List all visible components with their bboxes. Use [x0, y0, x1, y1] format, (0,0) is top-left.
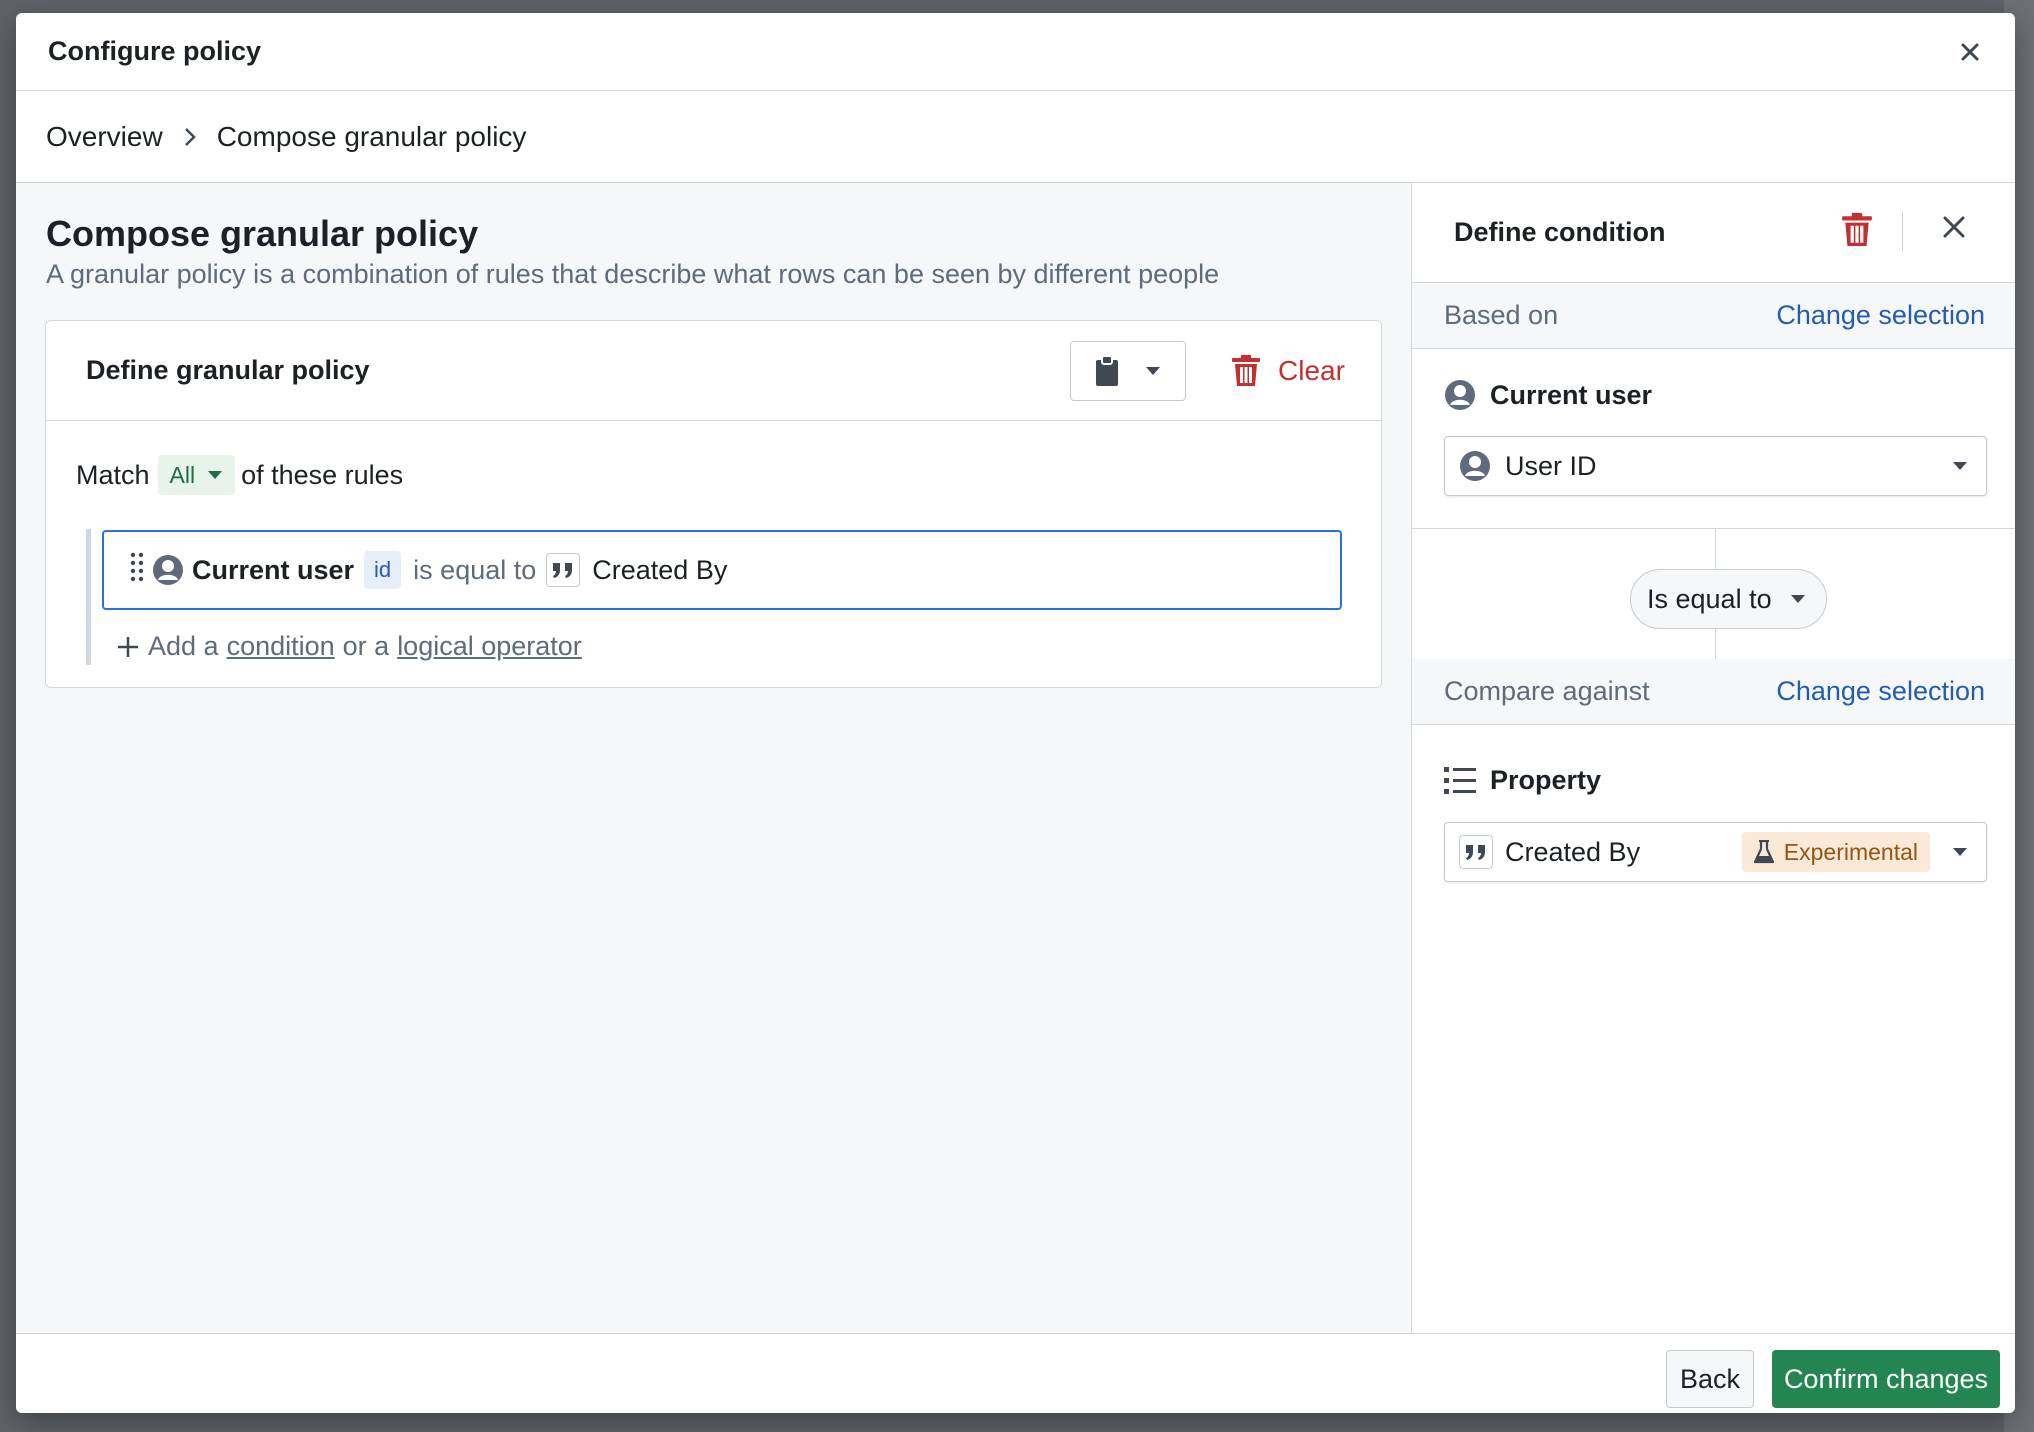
add-prefix: Add a [148, 631, 219, 661]
close-icon [1943, 216, 1965, 238]
confirm-changes-button[interactable]: Confirm changes [1772, 1350, 2000, 1408]
property-value: Created By [1505, 836, 1641, 867]
dialog-header: Configure policy [16, 13, 2015, 91]
change-selection-link-subject[interactable]: Change selection [1776, 300, 1985, 331]
based-on-bar: Based on Change selection [1412, 283, 2015, 349]
rule-subject-tag: id [364, 551, 402, 589]
clipboard-icon [1096, 355, 1118, 386]
card-title: Define granular policy [86, 355, 370, 385]
caret-down-icon [1146, 367, 1160, 375]
clear-label: Clear [1278, 355, 1345, 386]
flask-icon [1753, 840, 1774, 864]
granular-policy-card: Define granular policy Clear Match All o… [45, 320, 1382, 688]
configure-policy-dialog: Configure policy Overview Compose granul… [16, 13, 2015, 1413]
user-icon [1445, 380, 1475, 410]
property-heading-label: Property [1490, 765, 1602, 795]
match-row: Match All of these rules [76, 455, 403, 495]
rule-group-line [86, 529, 91, 665]
subject-heading-label: Current user [1490, 379, 1653, 410]
compare-against-bar: Compare against Change selection [1412, 659, 2015, 725]
section-divider [1412, 528, 2015, 529]
card-header: Define granular policy Clear [46, 321, 1381, 421]
operator-value: Is equal to [1647, 583, 1772, 614]
operator-select[interactable]: Is equal to [1630, 569, 1827, 629]
close-icon [1961, 43, 1979, 61]
plus-icon [118, 636, 138, 657]
match-suffix: of these rules [241, 459, 404, 490]
trash-icon [1842, 213, 1872, 246]
dialog-footer: Back Confirm changes [16, 1333, 2015, 1413]
property-select[interactable]: Created By Experimental [1444, 822, 1987, 882]
page-subtitle: A granular policy is a combination of ru… [46, 259, 1220, 289]
clear-button[interactable]: Clear [1216, 341, 1361, 401]
dialog-title: Configure policy [48, 36, 262, 66]
paste-menu-button[interactable] [1070, 341, 1186, 401]
match-mode-select[interactable]: All [157, 455, 236, 495]
quote-icon [1459, 835, 1493, 869]
subject-heading: Current user [1444, 379, 1652, 411]
add-condition-link[interactable]: condition [227, 631, 335, 662]
rule-value: Created By [592, 554, 728, 585]
property-heading: Property [1444, 765, 1601, 796]
define-condition-panel: Define condition Based on Change selecti… [1412, 183, 2015, 1333]
drag-handle-icon[interactable] [130, 552, 144, 589]
experimental-tag-label: Experimental [1783, 838, 1918, 865]
caret-down-icon [1953, 848, 1967, 856]
user-icon [153, 555, 183, 585]
match-mode-value: All [169, 461, 196, 488]
user-icon [1460, 451, 1490, 481]
change-selection-link-target[interactable]: Change selection [1776, 676, 1985, 707]
dialog-close-button[interactable] [1953, 35, 1987, 69]
back-button[interactable]: Back [1666, 1350, 1754, 1408]
match-prefix: Match [76, 459, 150, 490]
caret-down-icon [1953, 462, 1967, 470]
subject-attribute-value: User ID [1505, 450, 1597, 481]
quote-icon [546, 553, 581, 587]
page-title: Compose granular policy [46, 213, 479, 254]
rule-row[interactable]: Current user id is equal to Created By [102, 530, 1342, 610]
subject-attribute-select[interactable]: User ID [1444, 436, 1987, 496]
condition-panel-title: Define condition [1454, 217, 1666, 247]
property-list-icon [1444, 766, 1476, 794]
policy-editor-pane: Compose granular policy A granular polic… [16, 183, 1412, 1333]
delete-condition-button[interactable] [1842, 213, 1872, 252]
breadcrumb-current: Compose granular policy [216, 120, 527, 152]
close-panel-button[interactable] [1942, 215, 1966, 244]
add-middle: or a [342, 631, 390, 661]
rule-subject: Current user [192, 554, 355, 585]
rule-operator: is equal to [413, 554, 537, 585]
condition-panel-header: Define condition [1412, 183, 2015, 283]
chevron-right-icon [183, 126, 197, 148]
based-on-label: Based on [1444, 300, 1559, 330]
add-logical-operator-link[interactable]: logical operator [397, 631, 582, 662]
trash-icon [1232, 355, 1260, 386]
compare-against-label: Compare against [1444, 676, 1650, 706]
caret-down-icon [208, 471, 223, 479]
experimental-tag: Experimental [1741, 832, 1930, 872]
add-rule-row: Add a condition or a logical operator [116, 631, 582, 662]
breadcrumb-overview[interactable]: Overview [46, 121, 163, 153]
header-divider [1902, 211, 1903, 251]
caret-down-icon [1790, 595, 1805, 603]
breadcrumb: Overview Compose granular policy [16, 91, 2015, 183]
